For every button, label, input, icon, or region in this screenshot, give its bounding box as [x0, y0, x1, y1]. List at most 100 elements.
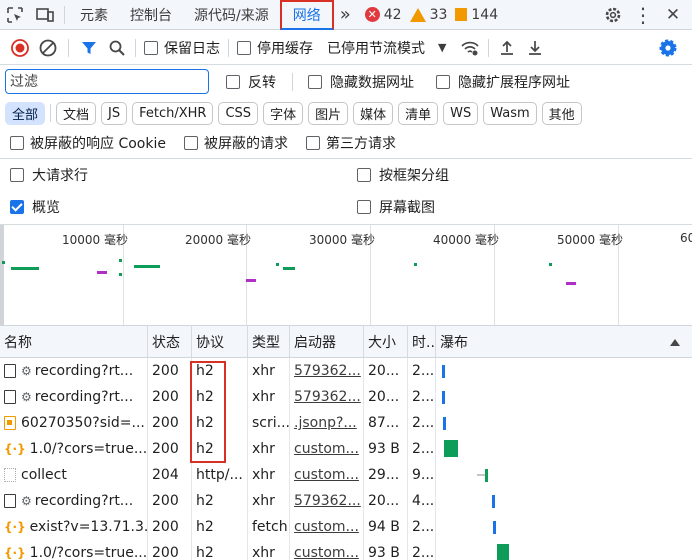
- table-row[interactable]: 60270350?sid=... 200 h2 scri... .jsonp?.…: [0, 410, 692, 436]
- column-header-waterfall[interactable]: 瀑布: [436, 326, 692, 358]
- column-header-protocol[interactable]: 协议: [192, 326, 248, 358]
- size-cell: 94 B: [364, 514, 408, 540]
- table-row[interactable]: {·} exist?v=13.71.3... 200 h2 fetch custo…: [0, 514, 692, 540]
- inspect-element-icon[interactable]: [0, 0, 30, 30]
- request-name: recording?rt...: [34, 389, 134, 405]
- import-har-icon[interactable]: [493, 33, 521, 63]
- blocked-cookies-checkbox[interactable]: [10, 136, 24, 150]
- type-chip-doc[interactable]: 文档: [56, 101, 97, 125]
- table-row[interactable]: {·} 1.0/?cors=true... 200 h2 xhr custom..…: [0, 540, 692, 560]
- type-chip-font[interactable]: 字体: [263, 101, 304, 125]
- column-header-time[interactable]: 时...: [408, 326, 436, 358]
- warning-count-badge[interactable]: 33: [409, 7, 447, 23]
- size-cell: 20...: [364, 488, 408, 514]
- settings-gear-icon[interactable]: [598, 0, 628, 30]
- initiator-link[interactable]: custom...: [290, 514, 364, 540]
- export-har-icon[interactable]: [521, 33, 549, 63]
- hide-data-urls-label: 隐藏数据网址: [330, 75, 414, 91]
- big-request-rows-checkbox[interactable]: [10, 168, 24, 182]
- hide-extension-urls-checkbox[interactable]: [436, 75, 450, 89]
- type-chip-other[interactable]: 其他: [541, 101, 582, 125]
- status-cell: 200: [148, 540, 192, 560]
- overview-request-bar: [276, 263, 279, 266]
- throttling-select[interactable]: 已停用节流模式 ▼: [327, 38, 446, 58]
- column-header-status[interactable]: 状态: [148, 326, 192, 358]
- tab-sources[interactable]: 源代码/来源: [183, 0, 280, 30]
- type-chip-js[interactable]: JS: [101, 101, 128, 125]
- document-icon: [4, 494, 16, 508]
- type-cell: xhr: [248, 358, 290, 384]
- column-header-name[interactable]: 名称: [0, 326, 148, 358]
- invert-checkbox[interactable]: [226, 75, 240, 89]
- table-header: 名称 状态 协议 类型 启动器 大小 时... 瀑布: [0, 325, 692, 358]
- resource-type-filter: 全部 文档 JS Fetch/XHR CSS 字体 图片 媒体 清单 WS Wa…: [0, 99, 692, 127]
- other-file-icon: [4, 468, 16, 482]
- overview-request-bar: [414, 263, 417, 266]
- size-cell: 20...: [364, 358, 408, 384]
- type-chip-wasm[interactable]: Wasm: [483, 101, 537, 125]
- more-tabs-button[interactable]: »: [334, 0, 357, 30]
- status-cell: 200: [148, 514, 192, 540]
- filter-funnel-icon[interactable]: [75, 33, 103, 63]
- tab-elements[interactable]: 元素: [69, 0, 119, 30]
- hide-data-urls-checkbox[interactable]: [308, 75, 322, 89]
- size-cell: 20...: [364, 384, 408, 410]
- column-header-type[interactable]: 类型: [248, 326, 290, 358]
- column-header-size[interactable]: 大小: [364, 326, 408, 358]
- json-braces-icon: {·}: [4, 520, 26, 534]
- initiator-link[interactable]: custom...: [290, 540, 364, 560]
- group-by-frame-checkbox[interactable]: [357, 168, 371, 182]
- tab-console[interactable]: 控制台: [119, 0, 183, 30]
- clear-log-icon[interactable]: [34, 33, 62, 63]
- type-chip-media[interactable]: 媒体: [353, 101, 394, 125]
- type-chip-css[interactable]: CSS: [218, 101, 259, 125]
- network-conditions-wifi-icon[interactable]: [456, 33, 484, 63]
- network-settings-gear-icon[interactable]: [654, 33, 682, 63]
- table-row[interactable]: {·} 1.0/?cors=true... 200 h2 xhr custom..…: [0, 436, 692, 462]
- preserve-log-label: 保留日志: [164, 40, 220, 57]
- initiator-link[interactable]: 579362...: [290, 488, 364, 514]
- network-overview-timeline[interactable]: 10000 毫秒 20000 毫秒 30000 毫秒 40000 毫秒 5000…: [0, 224, 692, 325]
- error-count-badge[interactable]: ✕ 42: [364, 7, 402, 23]
- table-row[interactable]: ⚙ recording?rt... 200 h2 xhr 579362... 20…: [0, 358, 692, 384]
- type-chip-manifest[interactable]: 清单: [398, 101, 439, 125]
- blocked-requests-checkbox[interactable]: [183, 136, 198, 150]
- more-options-icon[interactable]: ⋮: [628, 0, 658, 30]
- table-row[interactable]: collect 204 http/... xhr custom... 29...…: [0, 462, 692, 488]
- type-chip-all[interactable]: 全部: [5, 101, 46, 125]
- screenshots-checkbox[interactable]: [357, 200, 371, 214]
- preserve-log-checkbox[interactable]: [144, 40, 158, 55]
- table-row[interactable]: ⚙ recording?rt... 200 h2 xhr 579362... 20…: [0, 384, 692, 410]
- disable-cache-checkbox[interactable]: [237, 40, 251, 55]
- table-row[interactable]: ⚙ recording?rt... 200 h2 xhr 579362... 20…: [0, 488, 692, 514]
- status-cell: 200: [148, 358, 192, 384]
- overview-request-bar: [283, 267, 295, 270]
- device-toolbar-icon[interactable]: [30, 0, 60, 30]
- name-cell: 60270350?sid=...: [0, 410, 148, 436]
- issues-count-badge[interactable]: 144: [455, 7, 498, 23]
- overview-checkbox[interactable]: [10, 200, 24, 214]
- initiator-link[interactable]: 579362...: [290, 358, 364, 384]
- document-icon: [4, 364, 16, 378]
- type-chip-fetch-xhr[interactable]: Fetch/XHR: [132, 101, 214, 125]
- waterfall-cell: [436, 384, 692, 410]
- request-name: collect: [21, 467, 67, 483]
- type-chip-ws[interactable]: WS: [443, 101, 479, 125]
- close-devtools-icon[interactable]: ✕: [658, 0, 688, 30]
- size-cell: 93 B: [364, 540, 408, 560]
- type-chip-img[interactable]: 图片: [308, 101, 349, 125]
- initiator-link[interactable]: .jsonp?...: [290, 410, 364, 436]
- column-header-initiator[interactable]: 启动器: [290, 326, 364, 358]
- overview-label: 概览: [32, 200, 60, 216]
- name-cell: ⚙ recording?rt...: [0, 488, 148, 514]
- stop-recording-icon[interactable]: [6, 33, 34, 63]
- waterfall-cell: [436, 462, 692, 488]
- third-party-checkbox[interactable]: [305, 136, 320, 150]
- initiator-link[interactable]: custom...: [290, 436, 364, 462]
- search-icon[interactable]: [103, 33, 131, 63]
- status-cell: 204: [148, 462, 192, 488]
- initiator-link[interactable]: custom...: [290, 462, 364, 488]
- initiator-link[interactable]: 579362...: [290, 384, 364, 410]
- filter-input[interactable]: [5, 69, 209, 94]
- tab-network[interactable]: 网络: [279, 0, 334, 30]
